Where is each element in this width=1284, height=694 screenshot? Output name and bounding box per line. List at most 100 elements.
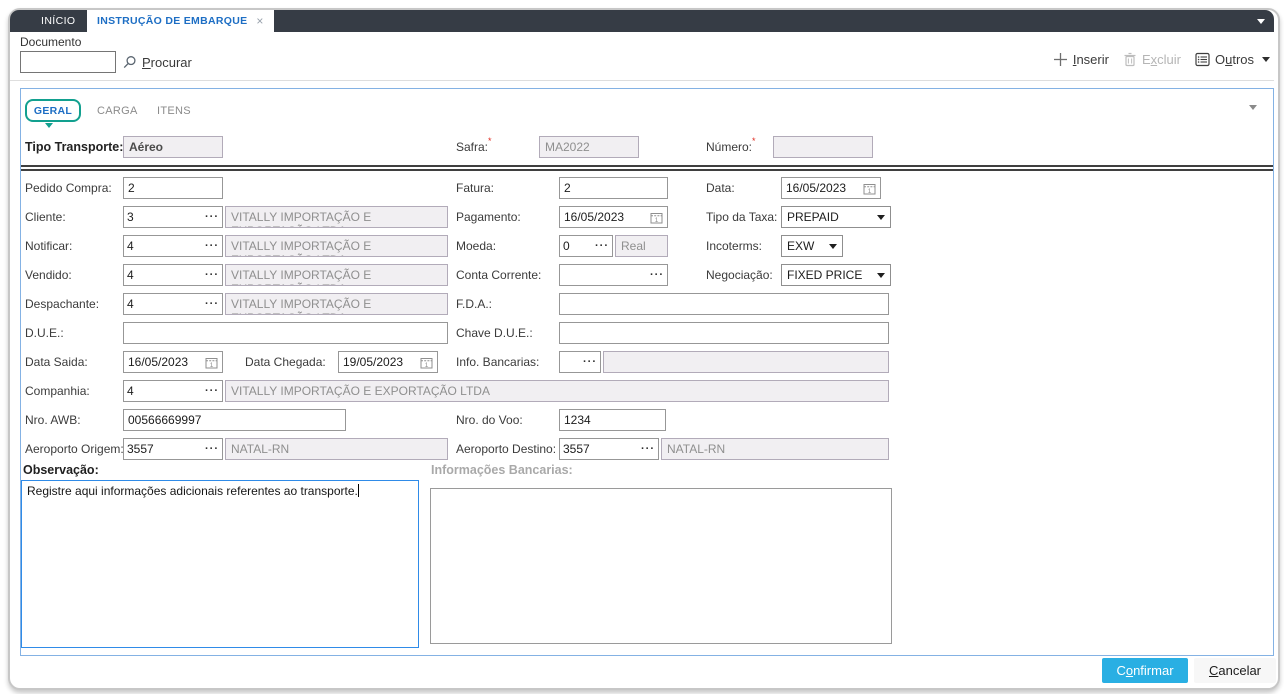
info-bancarias-lookup[interactable]: ··· [559,351,601,373]
tab-geral-marker-icon [45,123,53,128]
nro-voo-input[interactable] [559,409,666,431]
tipo-taxa-label: Tipo da Taxa: [706,210,778,224]
nro-awb-label: Nro. AWB: [25,413,81,427]
app-window: INÍCIO INSTRUÇÃO DE EMBARQUE × Documento… [8,8,1280,690]
despachante-lookup[interactable]: ··· [123,293,223,315]
data-saida-input[interactable]: 1 [123,351,223,373]
despachante-description: VITALLY IMPORTAÇÃO E EXPORTAÇÃO LTDA [225,293,448,315]
confirmar-button[interactable]: Confirmar [1102,658,1188,683]
trash-icon [1123,52,1137,67]
tipo-taxa-select[interactable]: PREPAID [781,206,891,228]
tab-instrucao-de-embarque[interactable]: INSTRUÇÃO DE EMBARQUE × [87,10,274,32]
aeroporto-destino-lookup-dots-icon[interactable]: ··· [638,439,658,459]
observacao-text: Registre aqui informações adicionais ref… [27,484,358,498]
despachante-code-input[interactable] [124,294,202,314]
moeda-lookup[interactable]: ··· [559,235,613,257]
informacoes-bancarias-textarea[interactable] [430,488,892,644]
cancelar-button[interactable]: Cancelar [1194,658,1276,683]
moeda-description: Real [615,235,668,257]
chave-due-label: Chave D.U.E.: [456,326,533,340]
moeda-code-input[interactable] [560,236,592,256]
companhia-code-input[interactable] [124,381,202,401]
observacao-label: Observação: [23,463,99,477]
tab-itens[interactable]: ITENS [157,100,191,122]
fda-input[interactable] [559,293,889,315]
panel-caret-icon[interactable] [1249,105,1257,110]
pagamento-input[interactable]: 1 [559,206,668,228]
calendar-icon[interactable]: 1 [650,211,663,224]
conta-corrente-lookup[interactable]: ··· [559,264,668,286]
toolbar-separator [10,80,1274,81]
aeroporto-destino-code-input[interactable] [560,439,638,459]
aeroporto-origem-lookup-dots-icon[interactable]: ··· [202,439,222,459]
cliente-lookup-dots-icon[interactable]: ··· [202,207,222,227]
info-bancarias-description [603,351,889,373]
outros-button[interactable]: Outros [1195,52,1270,67]
due-input[interactable] [123,322,448,344]
vendido-description: VITALLY IMPORTAÇÃO E EXPORTAÇÃO LTDA [225,264,448,286]
aeroporto-destino-description: NATAL-RN [661,438,889,460]
data-input[interactable]: 1 [781,177,881,199]
info-bancarias-lookup-dots-icon[interactable]: ··· [580,352,600,372]
vendido-lookup[interactable]: ··· [123,264,223,286]
procurar-button[interactable]: Procurar [122,51,192,73]
text-cursor [357,484,359,497]
vendido-code-input[interactable] [124,265,202,285]
cliente-lookup[interactable]: ··· [123,206,223,228]
tipo-transporte-value: Aéreo [123,136,223,158]
cliente-description: VITALLY IMPORTAÇÃO E EXPORTAÇÃO LTDA [225,206,448,228]
companhia-lookup[interactable]: ··· [123,380,223,402]
data-saida-input-text[interactable] [124,355,205,369]
conta-corrente-input[interactable] [560,265,647,285]
info-bancarias-code-input[interactable] [560,352,580,372]
observacao-textarea[interactable]: Registre aqui informações adicionais ref… [21,480,419,648]
calendar-icon[interactable]: 1 [863,182,876,195]
documento-label: Documento [20,35,82,49]
plus-icon [1053,52,1068,67]
toolbar-actions: Inserir Excluir Outros [1053,52,1270,67]
safra-label: Safra:* [456,136,492,154]
tab-geral[interactable]: GERAL [25,99,81,122]
excluir-button[interactable]: Excluir [1123,52,1181,67]
tab-inicio[interactable]: INÍCIO [28,10,89,32]
notificar-lookup-dots-icon[interactable]: ··· [202,236,222,256]
data-chegada-input-text[interactable] [339,355,420,369]
moeda-lookup-dots-icon[interactable]: ··· [592,236,612,256]
svg-text:1: 1 [868,187,872,194]
companhia-lookup-dots-icon[interactable]: ··· [202,381,222,401]
documento-input[interactable] [20,51,116,73]
tab-geral-label: GERAL [33,104,73,117]
incoterms-select[interactable]: EXW [781,235,843,257]
safra-value: MA2022 [539,136,639,158]
data-input-text[interactable] [782,181,863,195]
calendar-icon[interactable]: 1 [420,356,433,369]
calendar-icon[interactable]: 1 [205,356,218,369]
pagamento-input-text[interactable] [560,210,650,224]
negociacao-value: FIXED PRICE [787,268,863,282]
pedido-compra-label: Pedido Compra: [25,181,112,195]
aeroporto-origem-lookup[interactable]: ··· [123,438,223,460]
tipo-taxa-value: PREPAID [787,210,839,224]
fatura-input[interactable] [559,177,668,199]
vendido-label: Vendido: [25,268,72,282]
moeda-label: Moeda: [456,239,497,253]
inserir-button[interactable]: Inserir [1053,52,1109,67]
notificar-code-input[interactable] [124,236,202,256]
notificar-lookup[interactable]: ··· [123,235,223,257]
pedido-compra-input[interactable] [123,177,223,199]
aeroporto-destino-lookup[interactable]: ··· [559,438,659,460]
tab-list-caret-icon[interactable] [1257,19,1265,24]
chave-due-input[interactable] [559,322,889,344]
tab-carga[interactable]: CARGA [97,100,138,122]
nro-awb-input[interactable] [123,409,346,431]
negociacao-select[interactable]: FIXED PRICE [781,264,891,286]
vendido-lookup-dots-icon[interactable]: ··· [202,265,222,285]
aeroporto-origem-code-input[interactable] [124,439,202,459]
close-tab-icon[interactable]: × [256,10,263,32]
conta-corrente-lookup-dots-icon[interactable]: ··· [647,265,667,285]
cliente-code-input[interactable] [124,207,202,227]
cliente-label: Cliente: [25,210,66,224]
data-chegada-input[interactable]: 1 [338,351,438,373]
svg-text:1: 1 [210,361,214,368]
despachante-lookup-dots-icon[interactable]: ··· [202,294,222,314]
